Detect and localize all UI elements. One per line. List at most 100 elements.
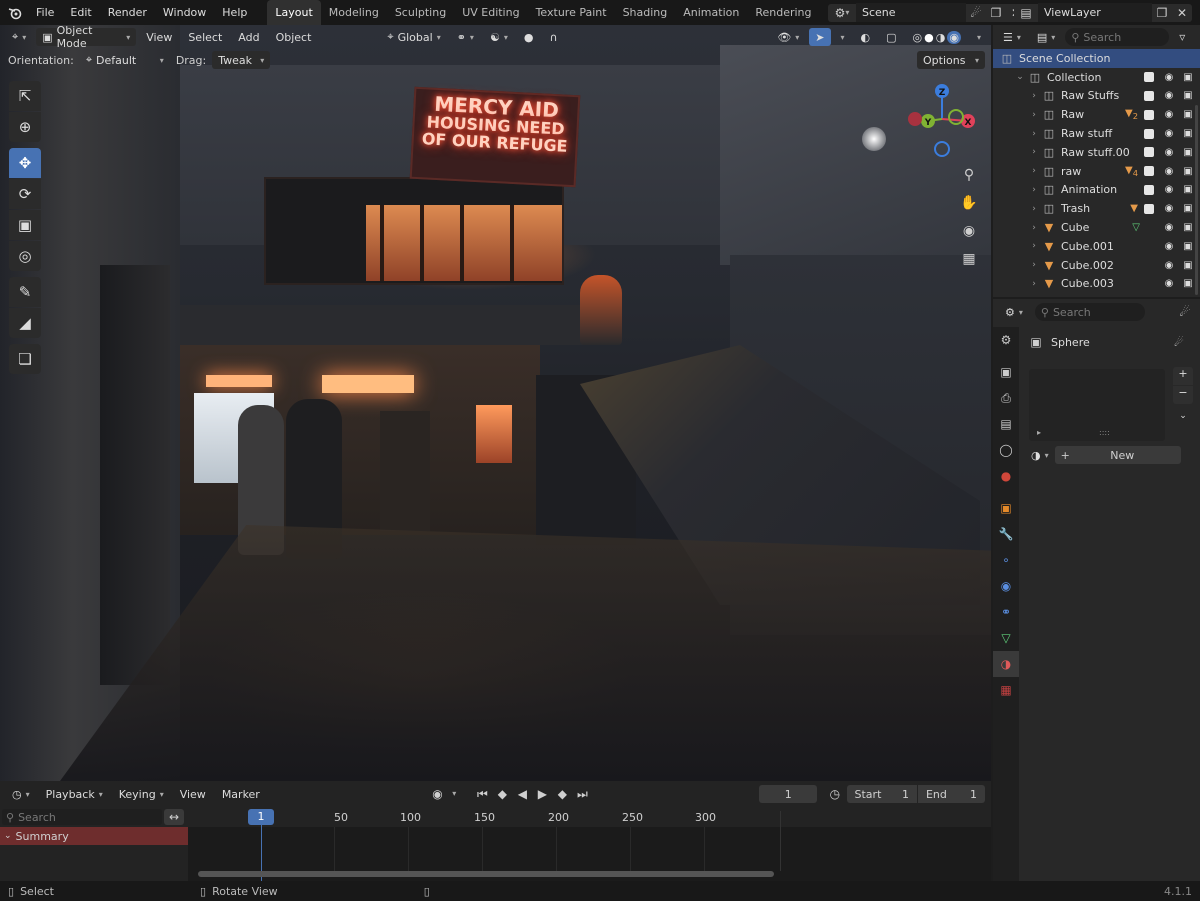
eye-icon[interactable]: ◉ — [1162, 147, 1176, 158]
tab-uv-editing[interactable]: UV Editing — [454, 0, 527, 25]
tab-material-icon[interactable]: ◑ — [993, 651, 1019, 677]
chevron-right-icon[interactable]: › — [1027, 166, 1041, 176]
timeline-menu-view[interactable]: View — [174, 785, 212, 803]
menu-render[interactable]: Render — [100, 0, 155, 25]
timeline-editor-type-icon[interactable]: ◷ ▾ — [6, 785, 36, 803]
chevron-right-icon[interactable]: › — [1027, 223, 1041, 233]
material-shading-icon[interactable]: ◑ — [936, 31, 946, 44]
pin-icon[interactable]: ☄ — [1176, 303, 1194, 321]
tab-constraints-icon[interactable]: ⚭ — [993, 599, 1019, 625]
tab-layout[interactable]: Layout — [267, 0, 321, 25]
chevron-right-icon[interactable]: › — [1027, 204, 1041, 214]
outliner-search-input[interactable]: ⚲ Search — [1065, 28, 1170, 46]
chevron-right-icon[interactable]: › — [1027, 91, 1041, 101]
chevron-right-icon[interactable]: › — [1027, 110, 1041, 120]
properties-search-input[interactable]: ⚲ Search — [1034, 303, 1145, 321]
object-pin-icon[interactable]: ☄ — [1174, 336, 1184, 349]
orientation-dropdown[interactable]: ⌖ Default ▾ — [80, 51, 170, 69]
chevron-down-icon[interactable]: ⌄ — [4, 831, 12, 841]
end-frame-field[interactable]: End 1 — [917, 785, 985, 803]
jump-to-start-icon[interactable]: ⏮ — [473, 785, 491, 803]
rotate-icon[interactable]: ⟳ — [9, 179, 41, 209]
list-item[interactable]: › ◫ Raw ▼2 ◉ ▣ — [993, 105, 1200, 124]
xray-toggle[interactable]: ▢ — [880, 28, 902, 46]
tab-particles-icon[interactable]: ∘ — [993, 547, 1019, 573]
list-item[interactable]: › ◫ Trash ▼ ◉ ▣ — [993, 199, 1200, 218]
tab-physics-icon[interactable]: ◉ — [993, 573, 1019, 599]
exclude-checkbox[interactable] — [1144, 147, 1154, 158]
list-item[interactable]: › ◫ Animation ◉ ▣ — [993, 181, 1200, 200]
jump-to-prev-keyframe-icon[interactable]: ◆ — [493, 785, 511, 803]
eye-icon[interactable]: ◉ — [1162, 166, 1176, 177]
editor-type-icon[interactable]: ⌖ ▾ — [6, 28, 32, 46]
chevron-right-icon[interactable]: › — [1027, 279, 1041, 289]
pin-icon[interactable]: ☄ — [966, 3, 986, 22]
menu-edit[interactable]: Edit — [62, 0, 99, 25]
timeline-menu-keying[interactable]: Keying ▾ — [113, 785, 170, 803]
select-box-icon[interactable]: ⇱ — [9, 81, 41, 111]
eye-icon[interactable]: ◉ — [1162, 222, 1176, 233]
exclude-checkbox[interactable] — [1144, 72, 1154, 83]
properties-editor-type-icon[interactable]: ⚙ ▾ — [999, 303, 1029, 321]
camera-icon[interactable]: ▣ — [1181, 222, 1195, 233]
tab-scene-icon[interactable]: ◯ — [993, 437, 1019, 463]
pivot-dropdown[interactable]: ⚭ ▾ — [451, 28, 480, 46]
material-slot-list[interactable]: ▸ :::: — [1029, 369, 1165, 441]
exclude-checkbox[interactable] — [1144, 203, 1154, 214]
overlay-toggle[interactable]: ◐ — [855, 28, 877, 46]
perspective-grid-icon[interactable]: ▦ — [957, 245, 981, 273]
scene-name-field[interactable]: Scene — [856, 3, 966, 22]
tab-output-icon[interactable]: ⎙ — [993, 385, 1019, 411]
playhead-marker[interactable]: 1 — [248, 809, 274, 825]
wireframe-shading-icon[interactable]: ◎ — [913, 31, 923, 44]
viewport-menu-select[interactable]: Select — [182, 28, 228, 46]
remove-slot-button[interactable]: − — [1173, 386, 1193, 404]
tab-sculpting[interactable]: Sculpting — [387, 0, 454, 25]
camera-view-icon[interactable]: ◉ — [957, 217, 981, 245]
list-item[interactable]: › ◫ raw ▼4 ◉ ▣ — [993, 162, 1200, 181]
summary-row[interactable]: ⌄ Summary — [0, 827, 188, 845]
stopwatch-icon[interactable]: ◷ — [827, 785, 842, 803]
menu-help[interactable]: Help — [214, 0, 255, 25]
eye-icon[interactable]: ◉ — [1162, 109, 1176, 120]
exclude-checkbox[interactable] — [1144, 90, 1154, 101]
tab-texture-icon[interactable]: ▦ — [993, 677, 1019, 703]
viewport-menu-view[interactable]: View — [140, 28, 178, 46]
scene-icon[interactable]: ⚙ ▾ — [828, 3, 856, 22]
tab-texture-paint[interactable]: Texture Paint — [528, 0, 615, 25]
eye-icon[interactable]: ◉ — [1162, 128, 1176, 139]
camera-icon[interactable]: ▣ — [1181, 241, 1195, 252]
chevron-right-icon[interactable]: › — [1027, 147, 1041, 157]
list-expand-icon[interactable]: ▸ — [1037, 428, 1041, 437]
chevron-down-icon[interactable]: ⌄ — [1013, 72, 1027, 82]
eye-icon[interactable]: ◉ — [1162, 184, 1176, 195]
snap-dropdown[interactable]: ☯ ▾ — [484, 28, 514, 46]
scale-icon[interactable]: ▣ — [9, 210, 41, 240]
list-item[interactable]: › ◫ Raw Stuffs ◉ ▣ — [993, 87, 1200, 106]
chevron-right-icon[interactable]: › — [1027, 260, 1041, 270]
menu-file[interactable]: File — [28, 0, 62, 25]
visibility-dropdown[interactable]: 👁 ▾ — [771, 28, 805, 46]
camera-icon[interactable]: ▣ — [1181, 147, 1195, 158]
zoom-icon[interactable]: ⚲ — [957, 161, 981, 189]
tab-shading[interactable]: Shading — [615, 0, 676, 25]
list-item[interactable]: › ▼ Cube.002 ◉ ▣ — [993, 256, 1200, 275]
keying-dropdown-icon[interactable]: ▾ — [449, 785, 459, 803]
gizmo-toggle[interactable]: ➤ — [809, 28, 831, 46]
camera-icon[interactable]: ▣ — [1181, 109, 1195, 120]
camera-icon[interactable]: ▣ — [1181, 203, 1195, 214]
tab-object-icon[interactable]: ▣ — [993, 495, 1019, 521]
timeline-menu-marker[interactable]: Marker — [216, 785, 266, 803]
exclude-checkbox[interactable] — [1144, 166, 1154, 177]
chevron-right-icon[interactable]: › — [1027, 241, 1041, 251]
add-cube-icon[interactable]: ❏ — [9, 344, 41, 374]
camera-icon[interactable]: ▣ — [1181, 260, 1195, 271]
measure-icon[interactable]: ◢ — [9, 308, 41, 338]
list-resize-handle[interactable]: :::: — [1099, 428, 1110, 437]
camera-icon[interactable]: ▣ — [1181, 72, 1195, 83]
tab-render-icon[interactable]: ▣ — [993, 359, 1019, 385]
list-item[interactable]: › ▼ Cube.003 ◉ ▣ — [993, 275, 1200, 294]
channel-search-input[interactable]: ⚲ Search — [2, 809, 162, 825]
auto-keying-icon[interactable]: ◉ — [430, 785, 445, 803]
timeline-graph[interactable]: 1 50 100 150 200 250 300 — [188, 807, 991, 881]
